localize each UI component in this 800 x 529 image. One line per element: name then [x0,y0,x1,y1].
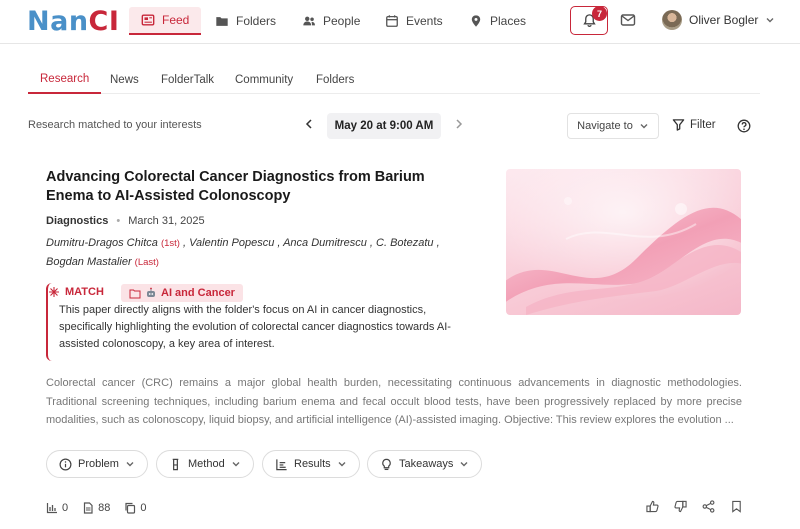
views-stat: 0 [46,502,68,514]
match-label: MATCH [48,286,104,298]
sparkle-icon [49,287,59,297]
nav-label: People [323,14,361,28]
author-position-tag: (1st) [160,238,180,249]
next-date-button[interactable] [453,117,465,131]
author-name[interactable]: Bogdan Mastalier [46,256,132,268]
filter-button[interactable]: Filter [672,118,716,131]
article-title[interactable]: Advancing Colorectal Cancer Diagnostics … [46,168,466,206]
citations-count: 88 [98,502,111,514]
pill-label: Problem [78,458,119,470]
problem-section-button[interactable]: Problem [46,450,148,478]
robot-icon [147,287,155,297]
notification-count-badge: 7 [592,6,607,21]
date-selector[interactable]: May 20 at 9:00 AM [327,113,441,139]
method-section-button[interactable]: Method [156,450,254,478]
tab-community[interactable]: Community [223,66,305,94]
article-date: March 31, 2025 [128,215,205,227]
author-list: Dumitru-Dragos Chitca (1st) , Valentin P… [46,237,440,268]
info-circle-icon [59,458,72,470]
article-stats: 0 88 0 [46,502,147,514]
nav-label: Events [406,14,443,28]
thumbs-down-icon[interactable] [674,500,687,513]
pink-ribbon-illustration [506,169,741,315]
bar-chart-icon [46,503,57,514]
author-name[interactable]: Valentin Popescu [189,237,274,249]
user-menu[interactable]: Oliver Bogler [662,10,775,30]
article-actions [646,500,743,513]
calendar-icon [386,15,398,27]
flask-icon [172,458,179,470]
nav-places[interactable]: Places [457,7,538,35]
filter-label: Filter [690,118,716,131]
copy-icon [125,502,136,514]
tab-research[interactable]: Research [28,66,102,94]
folder-outline-icon [129,289,141,298]
previous-date-button[interactable] [303,117,315,131]
matched-description: Research matched to your interests [28,119,202,131]
chevron-down-icon [126,462,134,467]
top-navigation-bar: NanCI Feed Folders People Events Places … [0,0,800,44]
chevron-left-icon [305,119,312,129]
content-tabs: Research News FolderTalk Community Folde… [28,66,760,94]
nav-folders[interactable]: Folders [203,7,288,35]
mail-icon [620,14,636,26]
article-meta: Diagnostics • March 31, 2025 [46,215,205,227]
bar-chart-icon [276,458,287,470]
nav-people[interactable]: People [290,7,372,35]
share-icon[interactable] [702,500,715,513]
messages-button[interactable] [620,12,636,28]
location-pin-icon [471,15,481,27]
folder-icon [216,17,228,26]
thumbs-up-icon[interactable] [646,500,659,513]
navigate-to-dropdown[interactable]: Navigate to [567,113,659,139]
pill-label: Takeaways [399,458,454,470]
author-name[interactable]: Anca Dumitrescu [283,237,367,249]
navigate-label: Navigate to [577,120,633,132]
chevron-right-icon [456,119,463,129]
pill-label: Results [294,458,331,470]
filter-funnel-icon [672,119,685,131]
pill-label: Method [188,458,225,470]
article-category[interactable]: Diagnostics [46,215,108,227]
nav-label: Feed [162,13,190,27]
chevron-down-icon [766,18,774,23]
copies-count: 0 [140,502,147,514]
views-count: 0 [62,502,69,514]
avatar [662,10,682,30]
matched-folder-chip[interactable]: AI and Cancer [121,284,243,302]
nav-label: Places [490,14,527,28]
article-abstract[interactable]: Colorectal cancer (CRC) remains a major … [46,374,742,430]
match-label-text: MATCH [65,286,104,298]
bookmark-icon[interactable] [730,500,743,513]
chevron-down-icon [640,124,648,129]
document-icon [84,502,93,514]
results-section-button[interactable]: Results [262,450,360,478]
newspaper-icon [141,14,155,26]
app-logo[interactable]: NanCI [27,6,119,37]
takeaways-section-button[interactable]: Takeaways [367,450,483,478]
tab-foldertalk[interactable]: FolderTalk [149,66,226,94]
lightbulb-icon [382,458,391,470]
article-thumbnail[interactable] [506,169,741,315]
match-explanation: This paper directly aligns with the fold… [59,304,451,350]
help-button[interactable] [737,119,751,133]
help-circle-icon [737,119,751,133]
nav-events[interactable]: Events [373,7,455,35]
separator-dot: • [116,215,121,227]
chevron-down-icon [460,462,468,467]
user-name: Oliver Bogler [689,13,759,27]
citations-stat: 88 [82,502,110,514]
copies-stat: 0 [124,502,147,514]
nav-label: Folders [236,14,277,28]
tab-news[interactable]: News [98,66,151,94]
nav-feed[interactable]: Feed [129,7,202,35]
author-position-tag: (Last) [134,257,159,268]
people-icon [303,16,315,26]
chevron-down-icon [338,462,346,467]
matched-folder-name: AI and Cancer [161,287,235,299]
tab-folders[interactable]: Folders [304,66,366,94]
chevron-down-icon [232,462,240,467]
author-name[interactable]: C. Botezatu [376,237,433,249]
author-name[interactable]: Dumitru-Dragos Chitca [46,237,158,249]
